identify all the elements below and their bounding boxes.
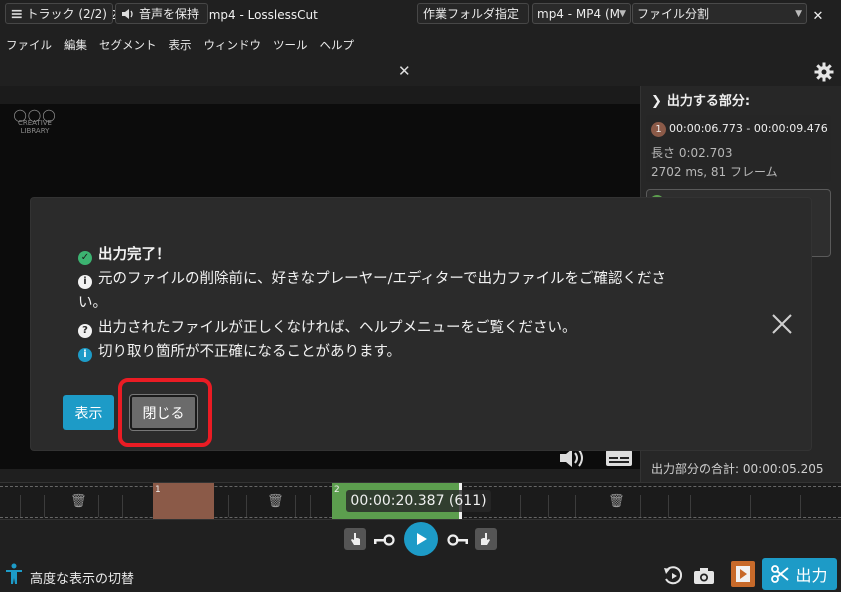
trash-icon[interactable]: 🗑 bbox=[608, 494, 625, 509]
show-output-button[interactable]: 表示 bbox=[63, 395, 114, 430]
key-icon bbox=[374, 534, 395, 546]
trash-icon[interactable]: 🗑 bbox=[70, 494, 87, 509]
total-duration: 出力部分の合計: 00:00:05.205 bbox=[651, 462, 824, 476]
format-select[interactable]: mp4 - MP4 (M ▼ bbox=[532, 3, 631, 24]
dialog-note-line: i 切り取り箇所が不正確になることがあります。 bbox=[78, 340, 401, 362]
segments-header[interactable]: ❯ 出力する部分: bbox=[651, 90, 750, 109]
list-icon bbox=[11, 9, 22, 18]
screenshot-button[interactable] bbox=[692, 566, 716, 586]
dialog-info-line: i 元のファイルの削除前に、好きなプレーヤー/エディターで出力ファイルをご確認くだ… bbox=[78, 267, 666, 289]
key-icon bbox=[447, 534, 468, 546]
advanced-view-toggle[interactable]: 高度な表示の切替 bbox=[30, 568, 134, 587]
segment-range: 00:00:06.773 - 00:00:09.476 bbox=[669, 122, 828, 135]
mode-value: ファイル分割 bbox=[637, 7, 710, 21]
play-icon bbox=[417, 533, 427, 545]
jump-start-button[interactable] bbox=[372, 532, 396, 546]
timeline-segment-number: 2 bbox=[334, 485, 340, 495]
workdir-button[interactable]: 作業フォルダ指定 bbox=[417, 3, 529, 24]
menu-window[interactable]: ウィンドウ bbox=[204, 37, 262, 53]
export-media-button[interactable] bbox=[731, 561, 755, 587]
menu-file[interactable]: ファイル bbox=[6, 37, 52, 53]
menu-segment[interactable]: セグメント bbox=[99, 37, 157, 53]
set-cut-start-button[interactable] bbox=[344, 528, 366, 550]
set-cut-end-button[interactable] bbox=[475, 528, 497, 550]
chevron-right-icon: ❯ bbox=[651, 94, 662, 109]
video-top-strip bbox=[0, 86, 640, 104]
subtitles-icon bbox=[606, 450, 632, 466]
workdir-label: 作業フォルダ指定 bbox=[423, 7, 520, 21]
info-blue-icon: i bbox=[78, 348, 92, 362]
close-dialog-button[interactable]: 閉じる bbox=[130, 395, 197, 430]
tracks-label: トラック (2/2) bbox=[26, 7, 108, 21]
rotate-button[interactable] bbox=[662, 565, 684, 587]
tracks-button[interactable]: トラック (2/2) bbox=[5, 3, 113, 24]
toolbar bbox=[0, 58, 841, 86]
question-icon: ? bbox=[78, 324, 92, 338]
mute-button[interactable] bbox=[558, 447, 588, 469]
dialog-help-line: ? 出力されたファイルが正しくなければ、ヘルプメニューをご覧ください。 bbox=[78, 316, 577, 338]
menu-bar: ファイル 編集 セグメント 表示 ウィンドウ ツール ヘルプ bbox=[0, 32, 841, 58]
segment-frames: 2702 ms, 81 フレーム bbox=[651, 165, 778, 179]
format-value: mp4 - MP4 (M bbox=[537, 6, 620, 21]
accessibility-icon[interactable] bbox=[5, 563, 23, 585]
play-file-icon bbox=[736, 566, 750, 582]
jump-end-button[interactable] bbox=[446, 532, 470, 546]
menu-tools[interactable]: ツール bbox=[273, 37, 308, 53]
rotate-icon bbox=[664, 566, 683, 585]
timeline[interactable]: 🗑 🗑 🗑 1 2 00:00:20.387 (611) bbox=[0, 482, 841, 520]
dialog-close-button[interactable] bbox=[770, 312, 794, 336]
gear-icon bbox=[814, 62, 834, 82]
export-label: 出力 bbox=[795, 566, 828, 585]
segment-number-badge: 1 bbox=[651, 122, 666, 137]
close-icon bbox=[772, 314, 792, 334]
menu-help[interactable]: ヘルプ bbox=[320, 37, 355, 53]
subtitles-button[interactable] bbox=[605, 449, 633, 467]
volume-icon bbox=[560, 449, 583, 467]
hand-pointer-icon bbox=[351, 533, 360, 545]
segment-card-1[interactable]: 1 00:00:06.773 - 00:00:09.476 長さ 0:02.703… bbox=[646, 115, 831, 182]
segment-duration: 長さ 0:02.703 bbox=[651, 146, 733, 160]
video-logo: ◯◯◯ CREATIVE LIBRARY bbox=[13, 108, 57, 135]
play-button[interactable] bbox=[404, 522, 438, 556]
chevron-down-icon: ▼ bbox=[619, 9, 626, 19]
menu-edit[interactable]: 編集 bbox=[64, 37, 87, 53]
camera-icon bbox=[694, 568, 714, 584]
keep-audio-label: 音声を保持 bbox=[139, 7, 200, 21]
scissors-icon bbox=[771, 565, 790, 583]
hand-pointer-icon bbox=[481, 533, 490, 545]
dialog-info-line-wrap: い。 bbox=[78, 295, 107, 311]
settings-button[interactable] bbox=[813, 61, 835, 83]
export-button[interactable]: 出力 bbox=[762, 558, 837, 590]
chevron-down-icon: ▼ bbox=[795, 9, 802, 19]
keep-audio-button[interactable]: 音声を保持 bbox=[115, 3, 208, 24]
close-icon: ✕ bbox=[812, 8, 824, 24]
trash-icon[interactable]: 🗑 bbox=[267, 494, 284, 509]
timeline-segment-1[interactable]: 1 bbox=[153, 483, 214, 519]
timeline-segment-number: 1 bbox=[155, 485, 161, 495]
check-circle-icon: ✓ bbox=[78, 251, 92, 265]
info-icon: i bbox=[78, 275, 92, 289]
current-time: 00:00:20.387 (611) bbox=[346, 490, 491, 512]
dialog-title-line: ✓ 出力完了！ bbox=[78, 243, 171, 265]
menu-view[interactable]: 表示 bbox=[169, 37, 192, 53]
mode-select[interactable]: ファイル分割 ▼ bbox=[632, 3, 807, 24]
clear-workdir-icon[interactable]: ✕ bbox=[398, 62, 412, 80]
volume-icon bbox=[122, 8, 133, 19]
